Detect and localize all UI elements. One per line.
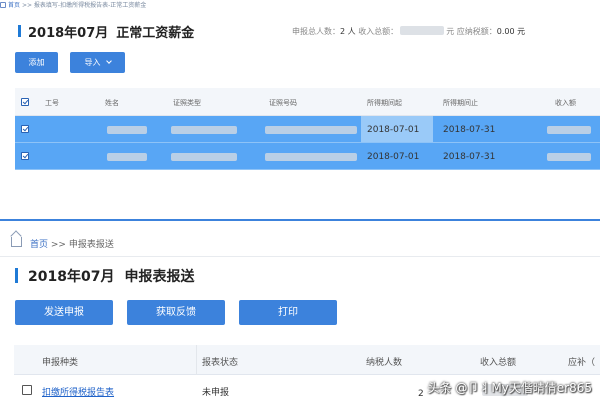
period-start: 2018-07-01 bbox=[367, 125, 420, 135]
breadcrumb-path: 报表填写-扣缴所得税报告表-正常工资薪金 bbox=[33, 2, 147, 9]
select-all-checkbox[interactable] bbox=[21, 98, 29, 106]
table-header: 申报种类 报表状态 纳税人数 收入总额 应补（ bbox=[14, 345, 600, 375]
chevron-down-icon bbox=[105, 58, 112, 64]
name-redacted bbox=[107, 153, 147, 161]
taxpayer-count: 2 bbox=[418, 389, 424, 399]
home-icon bbox=[0, 2, 6, 8]
table-row[interactable]: 2018-07-01 2018-07-31 bbox=[15, 116, 600, 143]
breadcrumb-current: 申报表报送 bbox=[68, 240, 114, 250]
title-period: 2018年07月 bbox=[28, 26, 109, 41]
col-header-name: 姓名 bbox=[105, 99, 119, 107]
name-redacted bbox=[107, 126, 147, 134]
id-number-redacted bbox=[265, 126, 357, 134]
breadcrumb-home-link[interactable]: 首页 bbox=[8, 2, 20, 9]
period-end: 2018-07-31 bbox=[443, 152, 496, 162]
period-start: 2018-07-01 bbox=[367, 152, 420, 162]
breadcrumb: 首页 >> 申报表报送 bbox=[0, 231, 600, 257]
watermark: 头条 @卩丬My天偕晴倩er865 bbox=[427, 381, 593, 395]
add-button[interactable]: 添加 bbox=[15, 52, 58, 73]
col-header-period-start: 所得期间起 bbox=[367, 99, 402, 107]
bottom-panel: 首页 >> 申报表报送 2018年07月 申报表报送 发送申报 获取反馈 打印 申… bbox=[0, 219, 600, 400]
income-redacted bbox=[547, 153, 591, 161]
id-number-redacted bbox=[265, 153, 357, 161]
title-name: 正常工资薪金 bbox=[116, 26, 195, 41]
col-header-tax-due: 应补（ bbox=[568, 358, 596, 368]
col-header-id-type: 证照类型 bbox=[173, 99, 201, 107]
title-accent-bar bbox=[15, 268, 18, 283]
screenshot-stage: 首页 >> 报表填写-扣缴所得税报告表-正常工资薪金 2018年07月 正常工资薪… bbox=[0, 0, 600, 400]
table-row[interactable]: 2018-07-01 2018-07-31 bbox=[15, 143, 600, 170]
breadcrumb-separator: >> bbox=[21, 2, 32, 9]
print-button[interactable]: 打印 bbox=[239, 300, 337, 325]
col-header-id-number: 证照号码 bbox=[269, 99, 297, 107]
declaration-type-link[interactable]: 扣缴所得税报告表 bbox=[42, 385, 114, 398]
title-name: 申报表报送 bbox=[124, 269, 195, 285]
report-status: 未申报 bbox=[202, 388, 230, 398]
breadcrumb-separator: >> bbox=[50, 240, 66, 250]
row-checkbox[interactable] bbox=[21, 125, 29, 133]
page-title: 2018年07月 申报表报送 bbox=[28, 266, 204, 286]
table-header: 工号 姓名 证照类型 证照号码 所得期间起 所得期间止 收入额 bbox=[15, 88, 600, 116]
id-type-redacted bbox=[171, 153, 237, 161]
period-end: 2018-07-31 bbox=[443, 125, 496, 135]
id-type-redacted bbox=[171, 126, 237, 134]
col-header-period-end: 所得期间止 bbox=[443, 99, 478, 107]
breadcrumb: 首页 >> 报表填写-扣缴所得税报告表-正常工资薪金 bbox=[0, 0, 600, 9]
col-header-declaration-type: 申报种类 bbox=[42, 358, 79, 368]
income-label: 收入总额： bbox=[358, 27, 399, 36]
get-feedback-button[interactable]: 获取反馈 bbox=[127, 300, 225, 325]
tax-value: 0.00 元 bbox=[496, 27, 526, 36]
income-value-redacted bbox=[400, 26, 445, 35]
row-checkbox[interactable] bbox=[21, 152, 29, 160]
col-header-income-total: 收入总额 bbox=[480, 358, 517, 368]
top-panel: 首页 >> 报表填写-扣缴所得税报告表-正常工资薪金 2018年07月 正常工资薪… bbox=[0, 0, 600, 245]
tax-label: 应纳税额： bbox=[456, 27, 497, 36]
col-header-report-status: 报表状态 bbox=[202, 358, 239, 368]
col-header-income: 收入额 bbox=[555, 99, 576, 107]
row-checkbox[interactable] bbox=[22, 385, 32, 395]
income-unit: 元 bbox=[446, 27, 455, 36]
title-period: 2018年07月 bbox=[28, 269, 115, 285]
col-header-taxpayer-count: 纳税人数 bbox=[366, 358, 403, 368]
breadcrumb-home-link[interactable]: 首页 bbox=[30, 240, 48, 250]
people-label: 申报总人数： bbox=[292, 27, 340, 36]
import-button[interactable]: 导入 bbox=[70, 52, 125, 73]
employee-table: 工号 姓名 证照类型 证照号码 所得期间起 所得期间止 收入额 2018-07-… bbox=[15, 88, 600, 170]
summary-stats: 申报总人数：2 人 收入总额： 元 应纳税额：0.00 元 bbox=[292, 26, 526, 245]
home-icon[interactable] bbox=[11, 237, 22, 247]
people-value: 2 人 bbox=[340, 27, 356, 36]
title-accent-bar bbox=[18, 25, 21, 37]
send-declaration-button[interactable]: 发送申报 bbox=[15, 300, 113, 325]
income-redacted bbox=[547, 126, 591, 134]
panel-gap bbox=[0, 186, 600, 219]
page-title: 2018年07月 正常工资薪金 bbox=[28, 22, 202, 41]
col-header-employee-id: 工号 bbox=[45, 99, 59, 107]
